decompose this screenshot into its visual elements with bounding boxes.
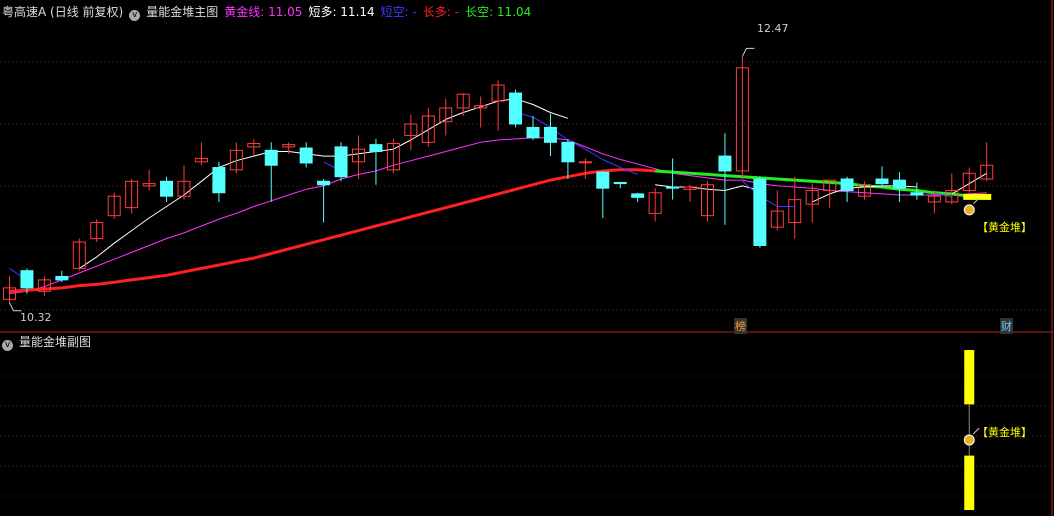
high-price-label: 12.47 — [757, 22, 789, 35]
bang-tag[interactable]: 榜 — [734, 318, 747, 334]
candle-down — [509, 92, 523, 125]
candle-down — [875, 178, 889, 185]
candle-down — [718, 155, 732, 172]
candle-down — [596, 171, 610, 189]
candle-down — [264, 149, 278, 166]
candle-down — [317, 180, 331, 186]
candle-down — [160, 180, 174, 197]
volume-bar — [964, 455, 975, 510]
low-marker — [9, 302, 22, 312]
candle-down — [299, 147, 313, 164]
volume-bar — [964, 350, 975, 405]
candle-down — [20, 270, 34, 289]
candle-down — [212, 167, 226, 194]
candle-down — [369, 144, 383, 152]
cai-tag[interactable]: 财 — [1000, 318, 1013, 334]
gold-pile-label-main: 【黄金堆】 — [977, 221, 1032, 234]
candle-down — [526, 126, 540, 139]
money-bag-icon — [963, 434, 975, 446]
candle-down — [753, 178, 767, 246]
candle-down — [910, 192, 924, 196]
candle-down — [666, 186, 680, 189]
candle-down — [840, 178, 854, 191]
candle-down — [892, 179, 906, 189]
candle-down — [561, 141, 575, 163]
gold-pile-label-sub: 【黄金堆】 — [977, 426, 1032, 439]
candlestick-chart[interactable] — [0, 0, 1054, 516]
candle-down — [334, 146, 348, 178]
series-line — [9, 168, 656, 293]
high-marker — [741, 47, 755, 57]
money-bag-icon — [963, 204, 975, 216]
candle-down — [55, 275, 69, 281]
candle-up — [578, 161, 592, 164]
candle-down — [631, 193, 645, 198]
candle-down — [613, 181, 627, 185]
candle-down — [543, 126, 557, 143]
low-price-label: 10.32 — [20, 311, 52, 324]
gold-pile-bar — [963, 193, 992, 200]
series-line — [9, 137, 987, 295]
